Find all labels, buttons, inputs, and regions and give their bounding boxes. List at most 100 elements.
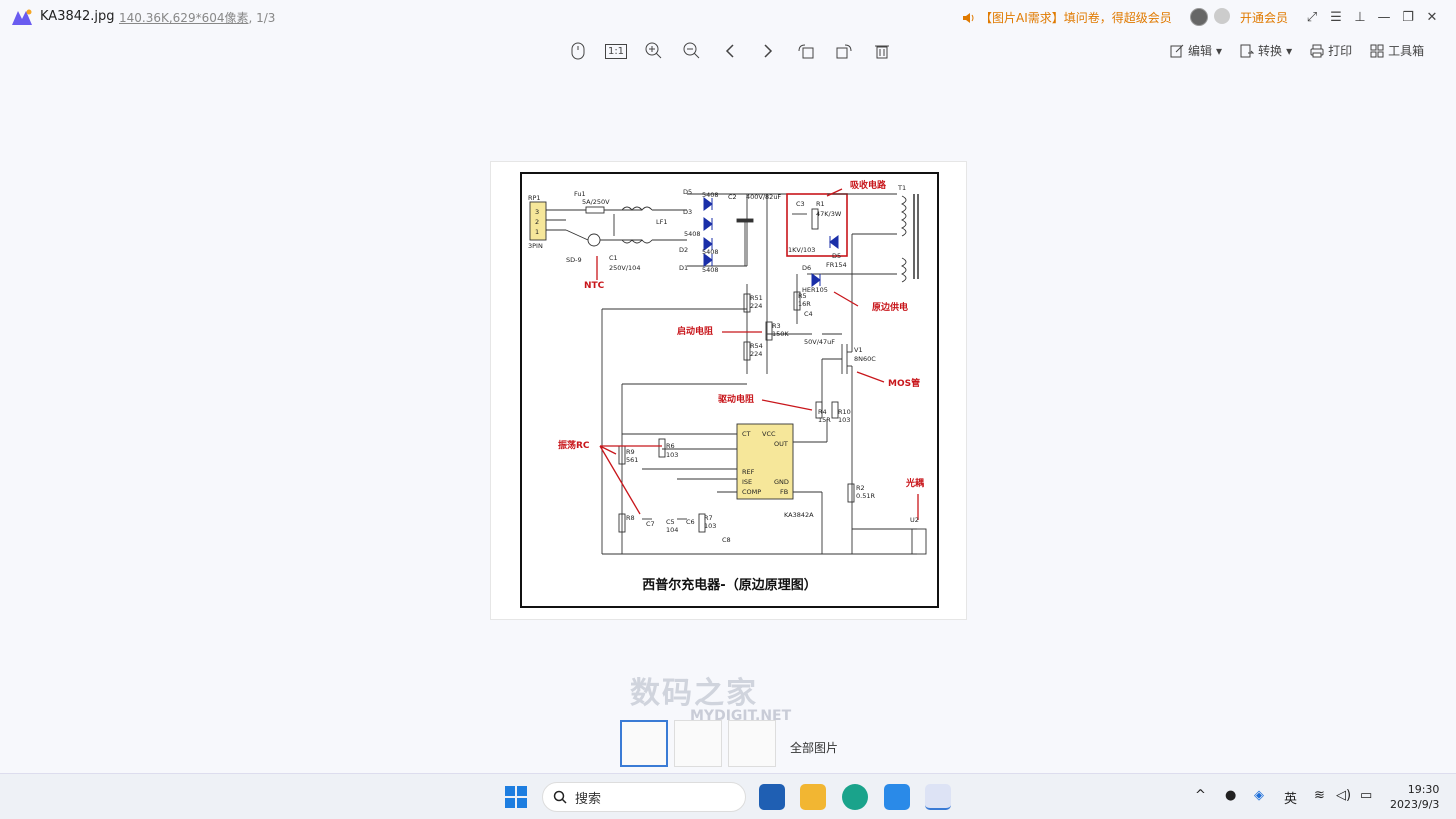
label-mos: MOS管 [888, 377, 920, 389]
label-r9v: 561 [626, 456, 638, 464]
search-icon [553, 790, 567, 804]
convert-label: 转换 [1258, 44, 1283, 58]
label-r7: R7 [704, 514, 713, 522]
restore-icon[interactable]: ❐ [1396, 5, 1420, 29]
image-viewer-app-icon[interactable] [925, 784, 951, 810]
ime-lang[interactable]: 英 [1284, 788, 1297, 807]
battery-icon[interactable]: ▭ [1360, 788, 1372, 803]
edge-browser-icon[interactable] [842, 784, 868, 810]
label-r3: R3 [772, 322, 781, 330]
image-canvas[interactable]: RP1 3 2 1 3PIN Fu1 5A/250V SD-9 NTC C1 2… [490, 161, 967, 620]
label-r1v: 47K/3W [816, 210, 842, 218]
thumbnail-3[interactable] [728, 720, 776, 767]
label-c3v: 1KV/103 [788, 246, 815, 254]
zoom-out-icon[interactable] [679, 38, 705, 64]
print-button[interactable]: 打印 [1310, 42, 1352, 59]
label-osc: 振荡RC [558, 439, 590, 451]
label-d5: D5 [683, 188, 692, 196]
label-r3v: 150K [772, 330, 789, 338]
label-drive: 驱动电阻 [718, 393, 754, 405]
schematic-drawing: RP1 3 2 1 3PIN Fu1 5A/250V SD-9 NTC C1 2… [528, 179, 927, 555]
label-v1v: 8N60C [854, 355, 876, 363]
label-opto: 光耦 [905, 477, 924, 489]
window-controls: ⤢ ☰ ⊥ — ❐ ✕ [1300, 5, 1444, 29]
label-ise: ISE [742, 478, 752, 486]
edit-icon [1170, 44, 1184, 57]
label-r54v: 224 [750, 350, 762, 358]
rotate-left-icon[interactable] [793, 38, 819, 64]
file-explorer-icon[interactable] [800, 784, 826, 810]
file-dims[interactable]: ,629*604像素 [169, 11, 249, 25]
edit-label: 编辑 [1188, 44, 1213, 58]
vip-link[interactable]: 开通会员 [1240, 9, 1288, 26]
user-avatar[interactable] [1190, 8, 1208, 26]
speaker-icon [963, 12, 974, 23]
label-r10: R10 [838, 408, 851, 416]
schematic-diagram: RP1 3 2 1 3PIN Fu1 5A/250V SD-9 NTC C1 2… [520, 172, 939, 608]
label-sd: SD-9 [566, 256, 582, 264]
convert-menu[interactable]: 转换 ▾ [1240, 42, 1292, 59]
label-r2: R2 [856, 484, 865, 492]
close-icon[interactable]: ✕ [1420, 5, 1444, 29]
label-rp: RP1 [528, 194, 541, 202]
zoom-in-icon[interactable] [641, 38, 667, 64]
label-r5: R5 [798, 292, 807, 300]
previous-icon[interactable] [717, 38, 743, 64]
label-ic: KA3842A [784, 511, 814, 519]
volume-icon[interactable]: ◁) [1336, 788, 1351, 803]
label-c7: C7 [646, 520, 655, 528]
qq-icon[interactable]: ● [1225, 788, 1236, 803]
label-c2v: 400V/82uF [746, 193, 781, 201]
store-app-icon[interactable] [759, 784, 785, 810]
promo-banner[interactable]: 【图片AI需求】填问卷，得超级会员 [962, 9, 1172, 26]
label-d1v: 5408 [702, 266, 719, 274]
label-ntc: NTC [584, 281, 605, 291]
bird-app-icon[interactable] [884, 784, 910, 810]
label-r9: R9 [626, 448, 635, 456]
label-d6: D6 [802, 264, 811, 272]
label-r8: R8 [626, 514, 635, 522]
label-vcc: VCC [762, 430, 776, 438]
windows-start-icon[interactable] [505, 786, 527, 808]
label-ct: CT [742, 430, 751, 438]
menu-icon[interactable]: ☰ [1324, 5, 1348, 29]
edit-menu[interactable]: 编辑 ▾ [1170, 42, 1222, 59]
label-t1: T1 [897, 184, 906, 192]
wifi-icon[interactable]: ≋ [1314, 788, 1325, 803]
taskbar-search[interactable]: 搜索 [542, 782, 746, 812]
label-primary: 原边供电 [872, 301, 908, 313]
thumbnail-2[interactable] [674, 720, 722, 767]
grid-icon [1370, 44, 1384, 57]
label-ref: REF [742, 468, 755, 476]
label-r10v: 103 [838, 416, 850, 424]
search-label: 搜索 [575, 791, 602, 807]
label-gnd: GND [774, 478, 789, 486]
label-comp: COMP [742, 488, 761, 496]
label-u2: U2 [910, 516, 919, 524]
label-d5b: D5 [832, 252, 841, 260]
mouse-mode-icon[interactable] [565, 38, 591, 64]
file-size[interactable]: 140.36K [119, 11, 169, 25]
actual-size-button[interactable]: 1:1 [603, 38, 629, 64]
label-fu: Fu1 [574, 190, 586, 198]
label-startup: 启动电阻 [677, 325, 713, 337]
rotate-right-icon[interactable] [831, 38, 857, 64]
tray-expand-icon[interactable]: ^ [1195, 788, 1206, 803]
print-label: 打印 [1328, 44, 1353, 58]
thumbnail-1[interactable] [620, 720, 668, 767]
all-images-link[interactable]: 全部图片 [790, 739, 838, 756]
label-fr: FR154 [826, 261, 847, 269]
pin-icon[interactable]: ⊥ [1348, 5, 1372, 29]
fullscreen-icon[interactable]: ⤢ [1300, 5, 1324, 29]
minimize-icon[interactable]: — [1372, 5, 1396, 29]
clock[interactable]: 19:30 2023/9/3 [1390, 782, 1439, 812]
next-icon[interactable] [755, 38, 781, 64]
label-p3: 3 [535, 208, 539, 216]
shield-icon[interactable]: ◈ [1254, 788, 1264, 803]
clock-date: 2023/9/3 [1390, 798, 1440, 811]
toolbox-button[interactable]: 工具箱 [1370, 42, 1424, 59]
viewer-toolbar: 1:1 [565, 38, 895, 64]
app-logo-icon [12, 9, 32, 25]
delete-icon[interactable] [869, 38, 895, 64]
label-c4: C4 [804, 310, 813, 318]
